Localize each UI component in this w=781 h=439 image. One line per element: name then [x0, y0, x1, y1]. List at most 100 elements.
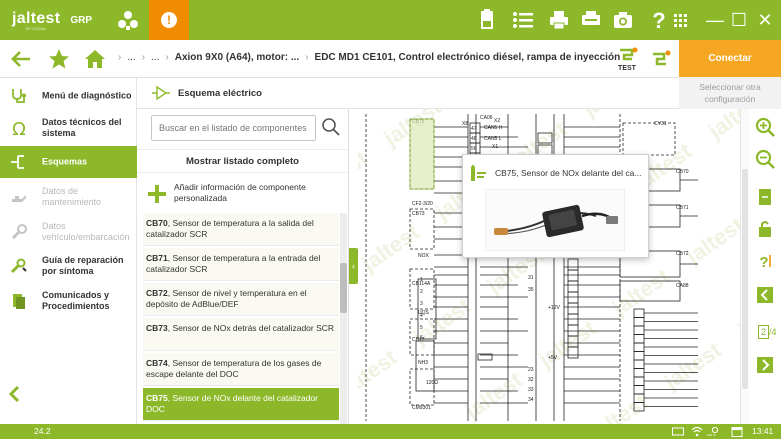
clock: 13:41	[752, 426, 774, 436]
component-list-item[interactable]: CB70, Sensor de temperatura a la salida …	[143, 213, 339, 246]
camera-icon[interactable]	[612, 9, 634, 31]
schematic-label: X2	[494, 118, 500, 124]
schematic-label: X1	[492, 144, 498, 150]
svg-text:TEST: TEST	[618, 65, 637, 72]
stethoscope-icon	[12, 89, 26, 103]
schematic-label: CM9301	[412, 405, 431, 411]
schematic-label: 2	[420, 289, 423, 295]
lock-icon[interactable]	[755, 219, 775, 239]
breadcrumb-item-1[interactable]: ...	[127, 52, 135, 63]
close-button[interactable]: ✕	[753, 8, 777, 32]
component-list-item[interactable]: CB73, Sensor de NOx detrás del catalizad…	[143, 318, 339, 351]
home-icon[interactable]	[84, 48, 106, 70]
schematic-label: 120Ω	[426, 380, 438, 386]
status-bar: 24.2 100 % 13:41	[0, 424, 781, 439]
schematic-label: CA88	[676, 283, 689, 289]
next-page-icon[interactable]	[755, 355, 775, 375]
menu-item-repair-guide[interactable]: Guía de reparación por síntoma	[0, 250, 137, 282]
zoom-out-icon[interactable]	[755, 149, 775, 169]
maximize-button[interactable]: ☐	[727, 8, 751, 32]
breadcrumb-item-system[interactable]: EDC MD1 CE101, Control electrónico diése…	[315, 52, 621, 63]
schematic-label: CB72	[676, 251, 689, 257]
component-list-item[interactable]: CB74, Sensor de temperatura de los gases…	[143, 353, 339, 386]
schematic-label: 47	[471, 126, 477, 132]
schematic-icon	[11, 155, 24, 169]
printer-icon[interactable]	[548, 9, 570, 31]
zoom-in-icon[interactable]	[755, 117, 775, 137]
menu-item-technical-data[interactable]: Ω Datos técnicos del sistema	[0, 112, 137, 144]
breadcrumb-item-2[interactable]: ...	[151, 52, 159, 63]
schematic-label: CB71	[676, 205, 689, 211]
print-preview-icon[interactable]	[580, 9, 602, 31]
alert-button[interactable]: !	[149, 0, 189, 40]
list-icon[interactable]	[512, 9, 534, 31]
list-scrollbar-thumb[interactable]	[340, 263, 347, 313]
plus-icon	[148, 185, 166, 203]
battery-icon[interactable]	[476, 9, 498, 31]
component-popup[interactable]: CB75, Sensor de NOx delante del ca...	[462, 154, 649, 258]
current-page[interactable]: 2	[758, 325, 770, 339]
navigation-bar: › ... › ... › Axion 9X0 (A64), motor: ..…	[0, 40, 781, 78]
show-full-list-button[interactable]: Mostrar listado completo	[137, 149, 348, 173]
component-list-item[interactable]: CB71, Sensor de temperatura a la entrada…	[143, 248, 339, 281]
keyboard-icon[interactable]	[672, 426, 684, 437]
schematic-label: CA06	[480, 115, 493, 121]
menu-item-diagnostic[interactable]: Menú de diagnóstico	[0, 83, 137, 109]
group-label: GRP	[70, 15, 93, 26]
back-arrow-icon[interactable]	[10, 48, 32, 70]
menu-item-communications[interactable]: Comunicados y Procedimientos	[0, 285, 137, 317]
favorites-star-icon[interactable]	[48, 48, 70, 70]
search-icon[interactable]	[321, 117, 341, 137]
sequence-test-icon[interactable]: ?	[755, 251, 775, 271]
schematic-label: +5V	[548, 355, 558, 361]
schematic-label: 1	[420, 277, 423, 283]
previous-page-icon[interactable]	[755, 285, 775, 305]
schematic-label: 5	[420, 325, 423, 331]
connector-icon[interactable]	[650, 48, 672, 70]
brand-sub: BY COJALI	[26, 26, 47, 31]
collapse-list-handle[interactable]: ‹	[349, 248, 358, 284]
add-component-info-button[interactable]: Añadir información de componente persona…	[137, 177, 348, 213]
documents-icon	[13, 294, 25, 309]
component-code: CB72	[146, 288, 168, 298]
component-code: CB74	[146, 358, 168, 368]
group-icon[interactable]	[117, 9, 139, 31]
svg-text:?: ?	[759, 254, 768, 271]
fit-page-icon[interactable]	[755, 187, 775, 207]
calendar-icon[interactable]	[731, 426, 743, 437]
help-icon[interactable]: ?	[648, 9, 670, 31]
component-description: , Sensor de NOx delante del catalizador …	[146, 393, 318, 414]
component-code: CB75	[146, 393, 168, 403]
panel-title: Esquema eléctrico	[178, 88, 262, 99]
menu-item-maintenance[interactable]: Datos de mantenimiento	[0, 181, 137, 213]
component-search-input[interactable]: Buscar en el listado de componentes	[151, 115, 316, 141]
schematic-label: CY31	[654, 121, 667, 127]
list-scrollbar[interactable]	[340, 213, 347, 424]
schematic-label: +12V	[548, 305, 560, 311]
component-list-item[interactable]: CB72, Sensor de nivel y temperatura en e…	[143, 283, 339, 316]
menu-item-schematics[interactable]: Esquemas	[0, 146, 137, 178]
schematic-label: CAN5 H	[484, 125, 503, 131]
select-other-config-button[interactable]: Seleccionar otra configuración	[679, 77, 781, 110]
page-indicator: 2/4	[758, 325, 777, 339]
collapse-menu-icon[interactable]	[4, 383, 26, 405]
connect-button[interactable]: Conectar	[679, 40, 781, 77]
schematic-label: 48	[471, 136, 477, 142]
component-code: CB70	[146, 218, 168, 228]
test-connector-icon[interactable]: TEST	[616, 46, 640, 72]
schematic-label: 31	[528, 275, 534, 281]
menu-item-vehicle-data[interactable]: Datos vehículo/embarcación	[0, 216, 137, 248]
top-bar: jaltest BY COJALI GRP ! ? — ☐ ✕	[0, 0, 781, 40]
schematic-scrollbar[interactable]	[740, 109, 749, 424]
app-logo: jaltest BY COJALI GRP	[12, 10, 93, 31]
highlighted-component[interactable]	[409, 118, 435, 190]
component-description: , Sensor de nivel y temperatura en el de…	[146, 288, 307, 309]
schematic-label: 35	[528, 287, 534, 293]
grid-icon[interactable]	[669, 9, 691, 31]
schematic-label: 4	[420, 313, 423, 319]
schematic-label: 56	[471, 146, 477, 152]
component-list-item[interactable]: CB75, Sensor de NOx delante del cataliza…	[143, 388, 339, 421]
minimize-button[interactable]: —	[703, 8, 727, 32]
breadcrumb-item-model[interactable]: Axion 9X0 (A64), motor: ...	[175, 52, 299, 63]
alert-icon: !	[161, 12, 177, 28]
